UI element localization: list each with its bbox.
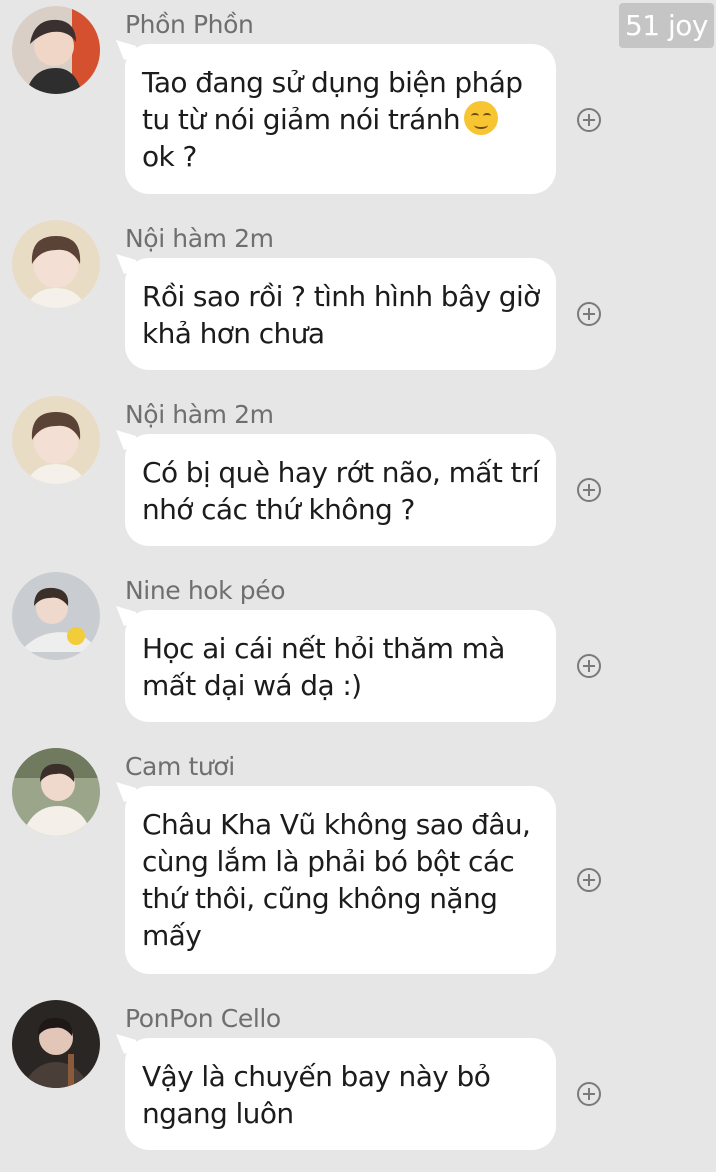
message-line: mất dại wá dạ :): [142, 669, 362, 702]
add-circle-icon[interactable]: [577, 1082, 601, 1106]
message-bubble[interactable]: Có bị què hay rớt não, mất trí nhớ các t…: [125, 434, 556, 546]
sender-name: Phồn Phồn: [125, 10, 254, 39]
message-line: Tao đang sử dụng biện pháp: [142, 66, 523, 99]
message-line: Vậy là chuyến bay này bỏ: [142, 1060, 491, 1093]
add-circle-icon[interactable]: [577, 302, 601, 326]
message-line: khả hơn chưa: [142, 317, 325, 350]
sender-name: Nội hàm 2m: [125, 400, 274, 429]
message-line: mấy: [142, 919, 202, 952]
sender-name: PonPon Cello: [125, 1004, 281, 1033]
watermark: 51 joy: [618, 3, 714, 48]
message-line: ok ?: [142, 140, 197, 173]
message-line: Học ai cái nết hỏi thăm mà: [142, 632, 505, 665]
message-line: cùng lắm là phải bó bột các: [142, 845, 515, 878]
message-line: nhớ các thứ không ?: [142, 493, 415, 526]
message-line: tu từ nói giảm nói tránh: [142, 103, 461, 136]
message-bubble[interactable]: Học ai cái nết hỏi thăm mà mất dại wá dạ…: [125, 610, 556, 722]
relieved-face-icon: [464, 101, 498, 135]
message-line: ngang luôn: [142, 1097, 294, 1130]
message-bubble[interactable]: Tao đang sử dụng biện pháp tu từ nói giả…: [125, 44, 556, 194]
message-bubble[interactable]: Châu Kha Vũ không sao đâu, cùng lắm là p…: [125, 786, 556, 974]
message-line: Có bị què hay rớt não, mất trí: [142, 456, 540, 489]
message-bubble[interactable]: Rồi sao rồi ? tình hình bây giờ khả hơn …: [125, 258, 556, 370]
message-line: Rồi sao rồi ? tình hình bây giờ: [142, 280, 540, 313]
add-circle-icon[interactable]: [577, 478, 601, 502]
avatar[interactable]: [12, 572, 100, 660]
avatar[interactable]: [12, 1000, 100, 1088]
sender-name: Cam tươi: [125, 752, 235, 781]
message-line: thứ thôi, cũng không nặng: [142, 882, 498, 915]
add-circle-icon[interactable]: [577, 108, 601, 132]
avatar[interactable]: [12, 396, 100, 484]
add-circle-icon[interactable]: [577, 654, 601, 678]
sender-name: Nội hàm 2m: [125, 224, 274, 253]
avatar[interactable]: [12, 220, 100, 308]
message-bubble[interactable]: Vậy là chuyến bay này bỏ ngang luôn: [125, 1038, 556, 1150]
avatar[interactable]: [12, 6, 100, 94]
sender-name: Nine hok péo: [125, 576, 286, 605]
message-line: Châu Kha Vũ không sao đâu,: [142, 808, 531, 841]
add-circle-icon[interactable]: [577, 868, 601, 892]
avatar[interactable]: [12, 748, 100, 836]
